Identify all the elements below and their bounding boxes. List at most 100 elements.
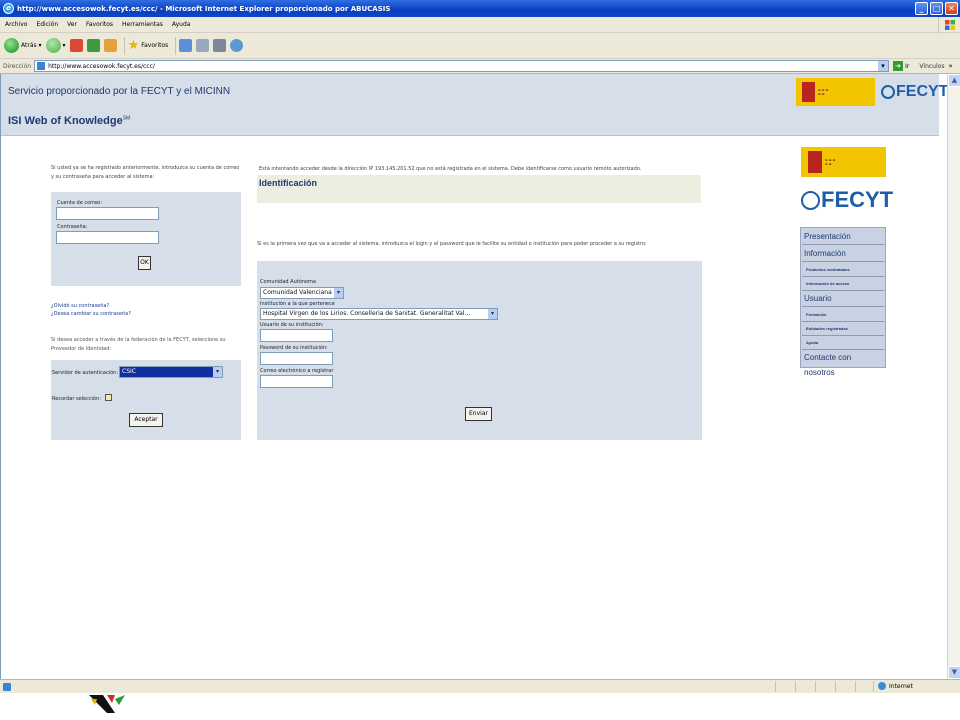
menu-archivo[interactable]: Archivo <box>5 21 27 28</box>
back-button[interactable]: Atrás ▾ <box>4 38 42 53</box>
institution-password-field[interactable] <box>260 352 333 365</box>
menu-usuario[interactable]: Usuario <box>802 291 884 307</box>
links-button[interactable]: Vínculos <box>919 63 944 70</box>
menu-entidades-registradas[interactable]: Entidades registradas <box>802 322 884 336</box>
menu-informacion-acceso[interactable]: Información de acceso <box>802 277 884 291</box>
menu-informacion[interactable]: Información <box>802 246 884 262</box>
status-divider <box>775 681 776 692</box>
zone-label: Internet <box>889 682 913 690</box>
mail-icon[interactable] <box>196 39 210 52</box>
menu-ayuda[interactable]: Ayuda <box>802 336 884 350</box>
change-password-link[interactable]: ¿Desea cambiar su contraseña? <box>51 311 131 317</box>
site-header: Servicio proporcionado por la FECYT y el… <box>1 74 947 136</box>
ie-logo-icon: e <box>3 3 14 14</box>
federation-text: Si desea acceder a través de la federaci… <box>51 337 226 352</box>
toolbar-separator <box>123 36 125 55</box>
minimize-button[interactable]: _ <box>915 2 928 15</box>
globe-icon <box>878 682 886 690</box>
government-logo-mark: ▬ ▬ ▬ ▬ ▬ <box>818 88 829 96</box>
fecyt-ring-icon <box>801 190 820 210</box>
ip-notice: Está intentando acceder desde la direcci… <box>259 166 642 172</box>
status-divider <box>795 681 796 692</box>
government-logo-mark: ▬ ▬ ▬ ▬ ▬ <box>825 158 836 166</box>
menu-favoritos[interactable]: Favoritos <box>86 21 113 28</box>
status-divider <box>873 681 874 692</box>
menu-presentacion[interactable]: Presentación <box>802 229 884 245</box>
vertical-scrollbar[interactable]: ▲ ▼ <box>947 74 960 679</box>
community-select[interactable]: Comunidad Valenciana ▾ <box>260 287 344 299</box>
pass-label: Password de su institución: <box>260 345 328 351</box>
first-time-text: Si es la primera vez que va a acceder al… <box>257 241 647 247</box>
email-field[interactable] <box>56 207 159 220</box>
menu-edicion[interactable]: Edición <box>36 21 58 28</box>
favorites-button[interactable]: ★ Favoritos <box>128 38 169 53</box>
community-value: Comunidad Valenciana <box>263 289 332 296</box>
home-icon[interactable] <box>103 39 117 52</box>
side-menu: Presentación Información Productos contr… <box>800 227 886 377</box>
go-button[interactable]: ➔ Ir <box>893 61 909 71</box>
menu-herramientas[interactable]: Herramientas <box>122 21 163 28</box>
star-icon: ★ <box>127 38 140 53</box>
address-input[interactable]: http://www.accesowok.fecyt.es/ccc/ ▾ <box>34 60 890 72</box>
status-divider <box>835 681 836 692</box>
chevron-down-icon: ▾ <box>488 309 497 319</box>
register-email-label: Correo electrónico a registrar <box>260 368 334 374</box>
scroll-up-icon[interactable]: ▲ <box>948 74 960 87</box>
messenger-icon[interactable] <box>230 39 244 52</box>
federation-panel: Servidor de autenticación: CSIC ▾ Record… <box>51 360 241 440</box>
page-viewport: Servicio proporcionado por la FECYT y el… <box>0 74 947 679</box>
institution-user-field[interactable] <box>260 329 333 342</box>
government-logo-large: ▬ ▬ ▬ ▬ ▬ <box>801 147 886 177</box>
password-field[interactable] <box>56 231 159 244</box>
government-logo: ▬ ▬ ▬ ▬ ▬ <box>796 78 875 106</box>
chevron-down-icon: ▾ <box>334 288 343 298</box>
service-title: Servicio proporcionado por la FECYT y el… <box>8 86 231 97</box>
institution-select[interactable]: Hospital Virgen de los Lirios. Conseller… <box>260 308 498 320</box>
history-icon[interactable] <box>179 39 193 52</box>
go-arrow-icon: ➔ <box>893 61 904 71</box>
menu-ver[interactable]: Ver <box>67 21 77 28</box>
close-button[interactable]: ✕ <box>945 2 958 15</box>
forgot-password-link[interactable]: ¿Olvidó su contraseña? <box>51 303 109 309</box>
scroll-down-icon[interactable]: ▼ <box>948 666 960 679</box>
title-bar: e http://www.accesowok.fecyt.es/ccc/ - M… <box>0 0 960 17</box>
menu-contacte[interactable]: Contacte con nosotros <box>802 350 884 377</box>
send-button[interactable]: Enviar <box>465 407 492 421</box>
chevron-down-icon[interactable]: ▾ <box>878 61 889 71</box>
ok-button[interactable]: OK <box>138 256 151 270</box>
toolbar: Atrás ▾ ▾ ★ Favoritos <box>0 33 960 59</box>
menu-productos-contratados[interactable]: Productos contratados <box>802 263 884 277</box>
menu-ayuda[interactable]: Ayuda <box>172 21 191 28</box>
auth-server-value: CSIC <box>122 368 136 375</box>
chevron-right-icon[interactable]: » <box>948 62 952 70</box>
stop-icon[interactable] <box>69 39 83 52</box>
forward-arrow-icon <box>45 38 61 53</box>
status-divider <box>855 681 856 692</box>
fecyt-logo: FECYT <box>881 80 947 104</box>
maximize-button[interactable]: □ <box>930 2 943 15</box>
back-arrow-icon <box>4 38 19 53</box>
accept-button[interactable]: Aceptar <box>129 413 163 427</box>
go-label: Ir <box>905 62 910 70</box>
coat-of-arms-icon <box>802 82 815 102</box>
registration-panel: Comunidad Autónoma Comunidad Valenciana … <box>257 261 702 440</box>
menu-bar: Archivo Edición Ver Favoritos Herramient… <box>0 17 960 33</box>
login-panel: Cuenta de correo: Contraseña: OK <box>51 192 241 286</box>
isi-title: ISI Web of KnowledgeSM <box>8 115 130 127</box>
fecyt-logo-text: FECYT <box>896 83 947 100</box>
identification-header: Identificación <box>257 175 701 203</box>
back-label: Atrás <box>21 42 37 49</box>
auth-server-label: Servidor de autenticación: <box>52 370 119 376</box>
menu-formacion[interactable]: Formación <box>802 308 884 322</box>
forward-button[interactable]: ▾ <box>45 38 66 53</box>
auth-server-select[interactable]: CSIC ▾ <box>119 366 223 378</box>
refresh-icon[interactable] <box>86 39 100 52</box>
coat-of-arms-icon <box>808 151 822 173</box>
slide-logo-mark <box>89 695 125 713</box>
fecyt-logo-text: FECYT <box>821 187 894 212</box>
remember-checkbox[interactable] <box>105 394 112 401</box>
register-email-field[interactable] <box>260 375 333 388</box>
favorites-label: Favoritos <box>141 42 169 49</box>
print-icon[interactable] <box>213 39 227 52</box>
address-label: Dirección <box>3 62 32 70</box>
